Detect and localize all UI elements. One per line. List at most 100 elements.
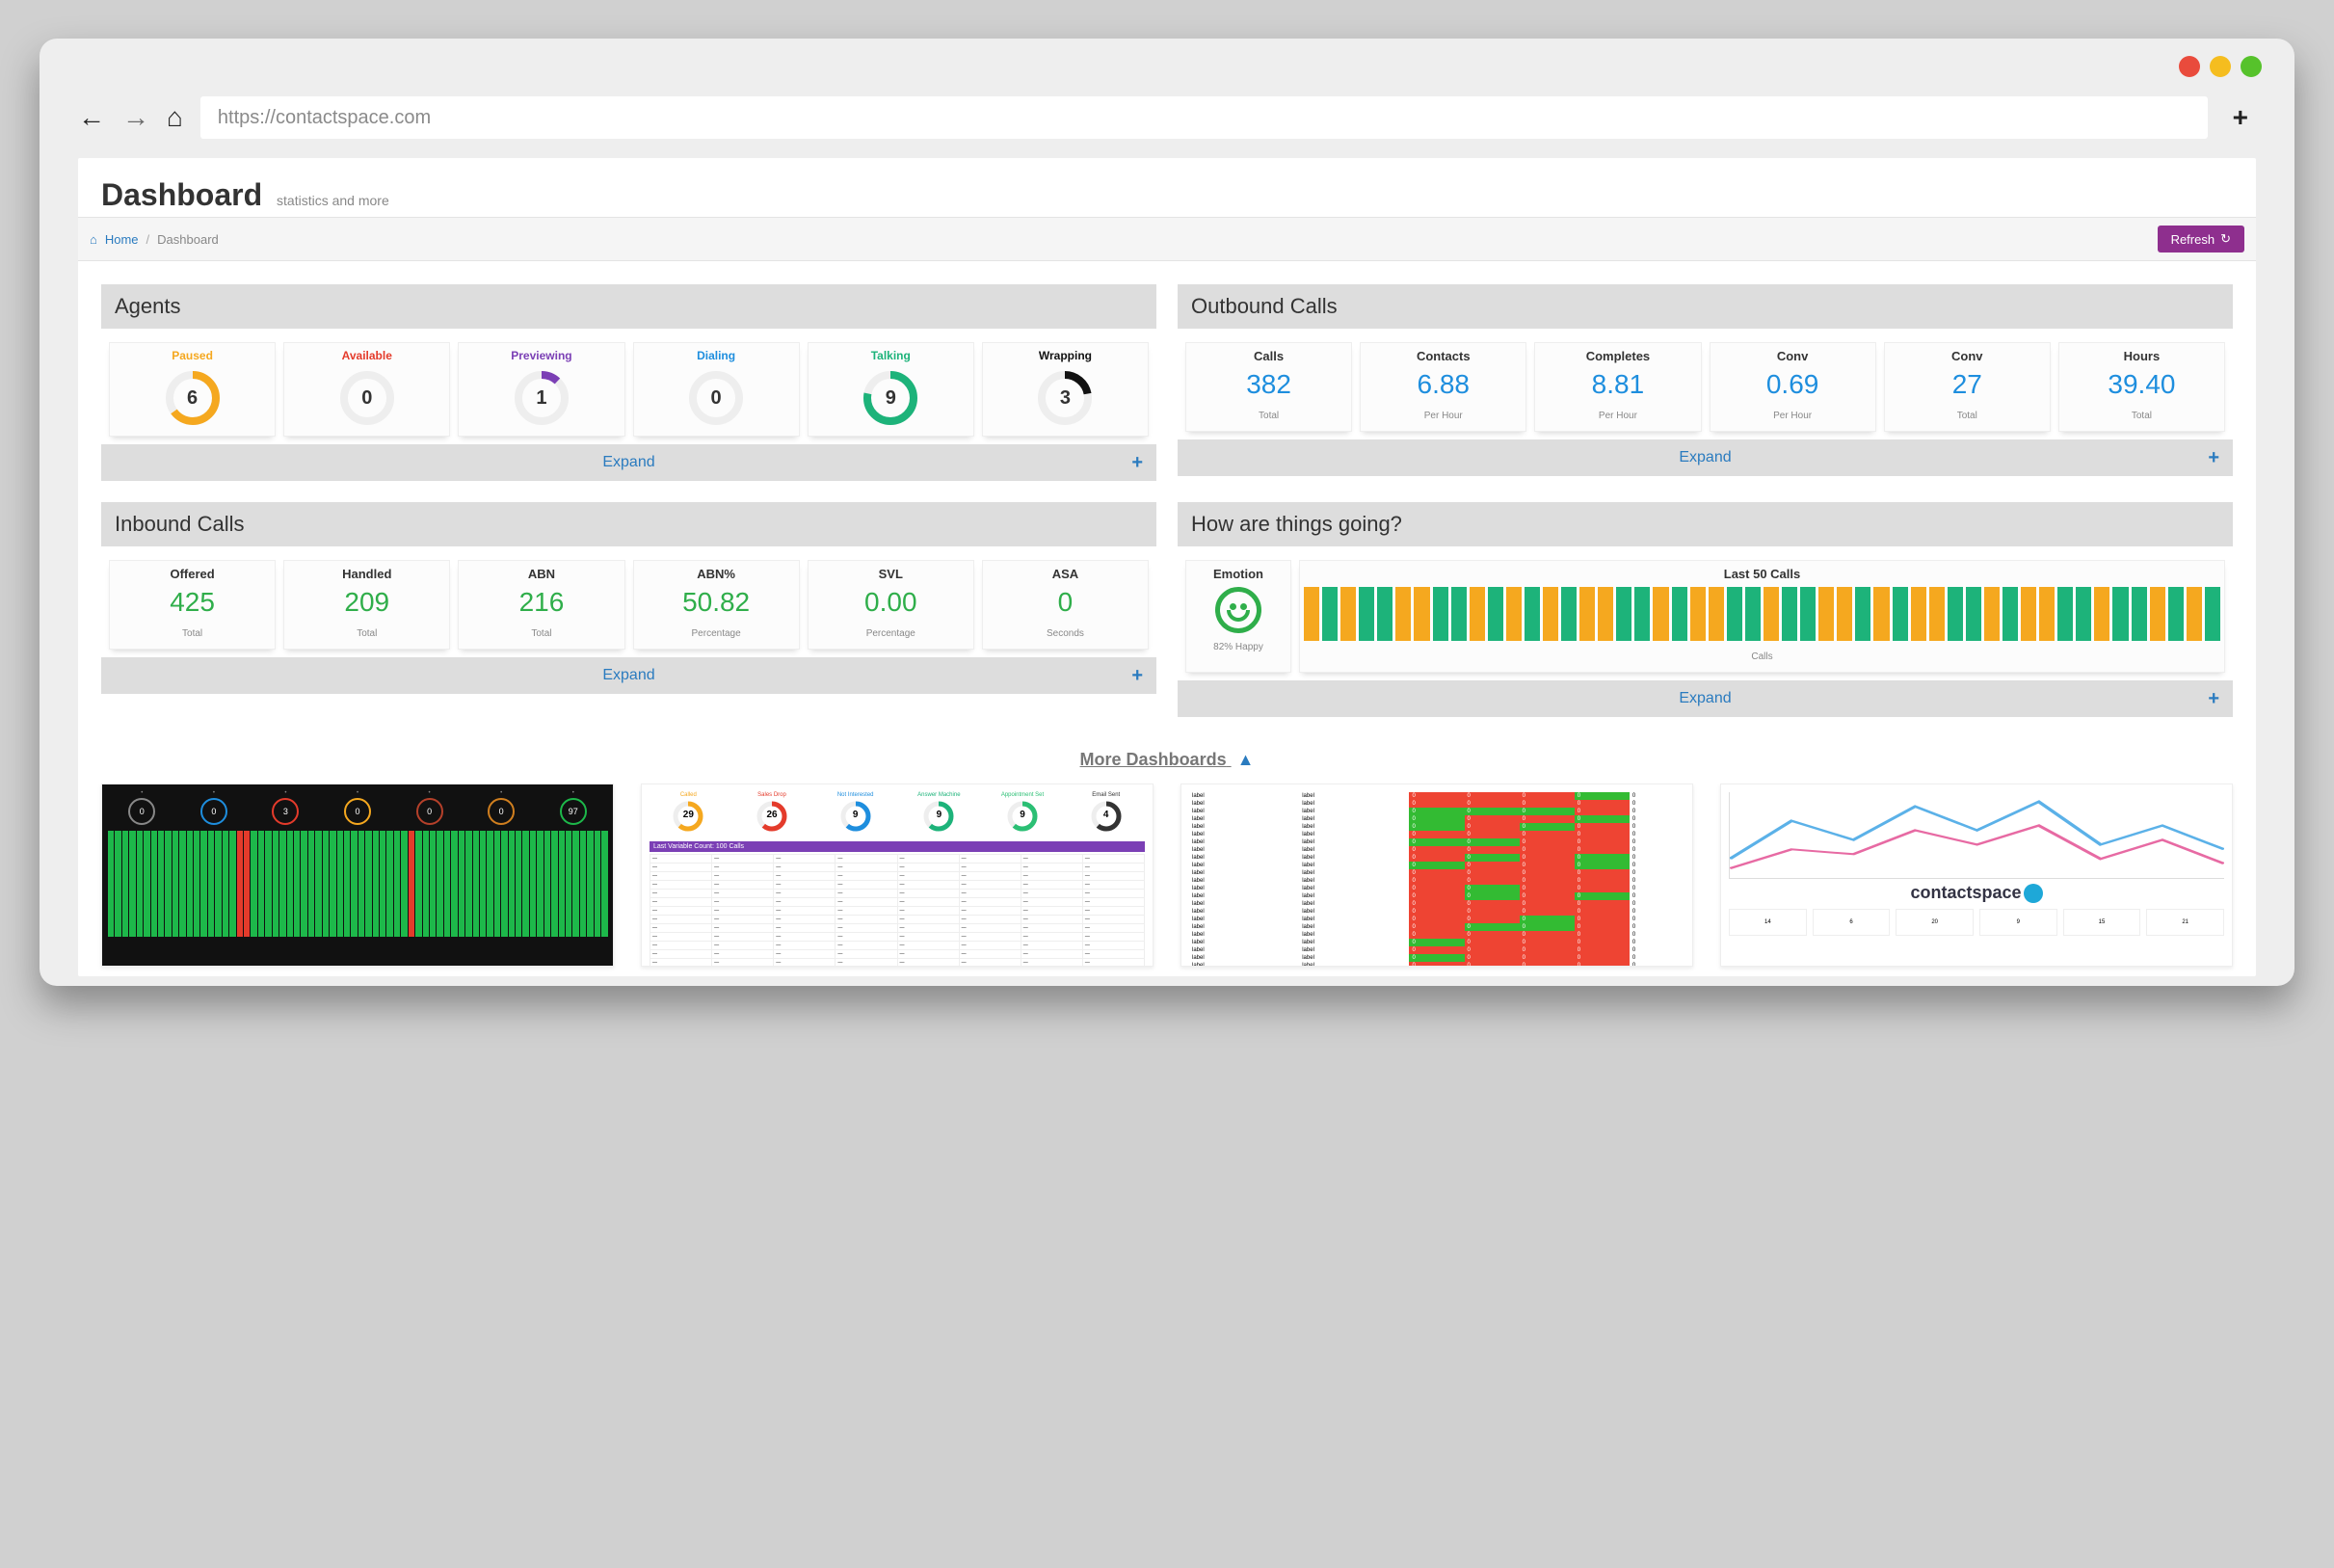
call-bar (1395, 587, 1411, 641)
inbound-expand[interactable]: Expand + (101, 657, 1156, 694)
breadcrumb-bar: ⌂ Home / Dashboard Refresh ↻ (78, 217, 2256, 261)
call-bar (2168, 587, 2184, 641)
new-tab-icon[interactable]: + (2225, 102, 2256, 133)
call-bar (1451, 587, 1467, 641)
gauge-label: Available (288, 349, 445, 362)
more-dashboards-label: More Dashboards (1080, 750, 1227, 769)
stat-card: Conv 27 Total (1884, 342, 2051, 432)
smiley-icon (1215, 587, 1261, 633)
last50-sub: Calls (1751, 651, 1772, 662)
expand-label: Expand (602, 454, 654, 471)
gauge-label: Talking (812, 349, 969, 362)
call-bar (1322, 587, 1338, 641)
stat-label: Handled (288, 567, 445, 581)
close-icon[interactable] (2179, 56, 2200, 77)
url-input[interactable]: https://contactspace.com (200, 96, 2208, 139)
call-bar (2150, 587, 2165, 641)
stat-sub: Per Hour (1599, 411, 1637, 421)
gauge-value: 6 (163, 368, 223, 428)
call-bar (1579, 587, 1595, 641)
thumbnail-2[interactable]: Called29Sales Drop26Not Interested9Answe… (641, 784, 1154, 967)
stat-sub: Per Hour (1424, 411, 1463, 421)
call-bar (1764, 587, 1779, 641)
home-icon[interactable]: ⌂ (167, 102, 183, 133)
stat-value: 27 (1889, 369, 2046, 400)
going-expand[interactable]: Expand + (1178, 680, 2233, 717)
stat-card: Conv 0.69 Per Hour (1710, 342, 1876, 432)
gauge-value: 0 (337, 368, 397, 428)
page-subtitle: statistics and more (277, 193, 389, 208)
maximize-icon[interactable] (2241, 56, 2262, 77)
emotion-card: Emotion 82% Happy (1185, 560, 1291, 673)
stat-label: Conv (1714, 349, 1871, 363)
gauge-value: 3 (1035, 368, 1095, 428)
call-bar (2076, 587, 2091, 641)
call-bar (2187, 587, 2202, 641)
gauge-value: 0 (686, 368, 746, 428)
gauge-value: 9 (861, 368, 920, 428)
stat-card: ABN% 50.82 Percentage (633, 560, 800, 650)
forward-icon[interactable]: → (122, 102, 149, 133)
stat-value: 0 (987, 587, 1144, 618)
stat-sub: Total (1957, 411, 1977, 421)
more-dashboards-link[interactable]: More Dashboards ▲ (101, 727, 2233, 784)
stat-sub: Total (182, 628, 202, 639)
gauge-label: Previewing (463, 349, 620, 362)
call-bar (1616, 587, 1631, 641)
stat-label: Offered (114, 567, 271, 581)
refresh-button[interactable]: Refresh ↻ (2158, 226, 2244, 252)
agent-gauge: Dialing 0 (633, 342, 800, 437)
expand-label: Expand (1679, 690, 1731, 707)
stat-card: Offered 425 Total (109, 560, 276, 650)
emotion-label: Emotion (1190, 567, 1286, 581)
call-bar (1966, 587, 1981, 641)
call-bar (1818, 587, 1834, 641)
agent-gauge: Available 0 (283, 342, 450, 437)
stat-value: 50.82 (638, 587, 795, 618)
going-body: Emotion 82% Happy Last 50 Calls Calls (1178, 546, 2233, 680)
thumbnail-3[interactable]: labellabel00000labellabel00000labellabel… (1180, 784, 1693, 967)
call-bar (2021, 587, 2036, 641)
stat-sub: Total (531, 628, 551, 639)
call-bar (1800, 587, 1816, 641)
call-bar (1672, 587, 1687, 641)
stat-value: 209 (288, 587, 445, 618)
call-bar (1359, 587, 1374, 641)
agents-expand[interactable]: Expand + (101, 444, 1156, 481)
breadcrumb-home[interactable]: Home (105, 232, 139, 247)
outbound-panel: Outbound Calls Calls 382 Total Contacts … (1178, 284, 2233, 481)
stat-card: Handled 209 Total (283, 560, 450, 650)
stat-card: ASA 0 Seconds (982, 560, 1149, 650)
last50-label: Last 50 Calls (1304, 567, 2220, 581)
call-bar (1506, 587, 1522, 641)
stat-value: 425 (114, 587, 271, 618)
outbound-expand[interactable]: Expand + (1178, 439, 2233, 476)
plus-icon: + (1131, 452, 1143, 474)
call-bar (1948, 587, 1963, 641)
thumbnail-4[interactable]: contactspace 1462091521 (1720, 784, 2233, 967)
stat-label: Contacts (1365, 349, 1522, 363)
stat-sub: Total (357, 628, 377, 639)
stat-label: ASA (987, 567, 1144, 581)
agents-body: Paused 6 Available 0 Previewing 1 Dialin… (101, 329, 1156, 444)
agent-gauge: Wrapping 3 (982, 342, 1149, 437)
thumbnail-1[interactable]: •0•0•3•0•0•0•97 (101, 784, 614, 967)
call-bar (1525, 587, 1540, 641)
stat-value: 382 (1190, 369, 1347, 400)
agent-gauge: Paused 6 (109, 342, 276, 437)
browser-toolbar: ← → ⌂ https://contactspace.com + (78, 96, 2256, 139)
call-bar (1911, 587, 1926, 641)
stat-label: ABN% (638, 567, 795, 581)
inbound-panel: Inbound Calls Offered 425 Total Handled … (101, 502, 1156, 717)
minimize-icon[interactable] (2210, 56, 2231, 77)
back-icon[interactable]: ← (78, 102, 105, 133)
call-bar (1488, 587, 1503, 641)
call-bar (1727, 587, 1742, 641)
call-bar (1984, 587, 2000, 641)
outbound-body: Calls 382 Total Contacts 6.88 Per Hour C… (1178, 329, 2233, 439)
stat-sub: Percentage (866, 628, 915, 639)
stat-sub: Percentage (692, 628, 741, 639)
page-title-text: Dashboard (101, 177, 262, 212)
plus-icon: + (1131, 665, 1143, 687)
gauge-label: Paused (114, 349, 271, 362)
